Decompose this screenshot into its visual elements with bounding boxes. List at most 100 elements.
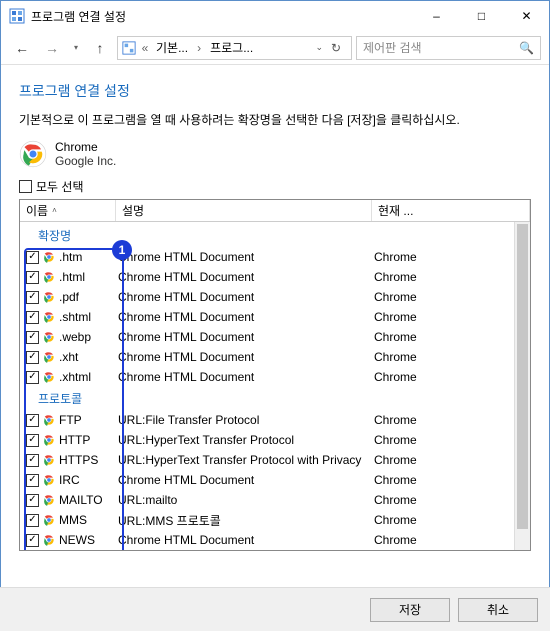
column-header-current[interactable]: 현재 ... [372,200,530,221]
column-header-name-label: 이름 [26,202,48,219]
row-checkbox[interactable]: ✓ [26,351,39,364]
list-item[interactable]: ✓ MMS URL:MMS 프로토콜Chrome [22,510,530,530]
dialog-footer: 저장 취소 [0,587,550,631]
row-name: HTTP [59,433,90,447]
column-header-desc[interactable]: 설명 [116,200,372,221]
history-dropdown[interactable]: ▾ [69,43,83,52]
chrome-icon [42,310,56,324]
chrome-icon [42,493,56,507]
program-info: Chrome Google Inc. [19,140,531,168]
list-item[interactable]: ✓.xhtmlChrome HTML DocumentChrome [22,367,530,387]
row-checkbox[interactable]: ✓ [26,514,39,527]
save-button[interactable]: 저장 [370,598,450,622]
list-item[interactable]: ✓MAILTOURL:mailtoChrome [22,490,530,510]
column-header-desc-label: 설명 [122,202,144,219]
breadcrumb-item[interactable]: 기본... [154,39,190,56]
row-current: Chrome [374,250,530,264]
refresh-button[interactable]: ↻ [325,37,347,59]
list-item[interactable]: ✓HTTPSURL:HyperText Transfer Protocol wi… [22,450,530,470]
select-all-checkbox[interactable] [19,180,32,193]
list-item[interactable]: ✓.htmChrome HTML DocumentChrome [22,247,530,267]
row-name: IRC [59,473,80,487]
search-input[interactable]: 제어판 검색 🔍 [356,36,541,60]
row-current: Chrome [374,350,530,364]
group-label: 프로토콜 [22,387,530,410]
minimize-button[interactable]: – [414,1,459,31]
maximize-glyph: □ [478,9,485,23]
close-button[interactable]: ✕ [504,1,549,31]
row-checkbox[interactable]: ✓ [26,414,39,427]
row-checkbox[interactable]: ✓ [26,474,39,487]
row-current: Chrome [374,533,530,547]
chrome-icon [19,140,47,168]
row-checkbox[interactable]: ✓ [26,311,39,324]
close-glyph: ✕ [521,9,531,23]
row-current: Chrome [374,330,530,344]
listview-body: 1 확장명✓.htmChrome HTML DocumentChrome✓.ht… [20,222,530,550]
row-desc: Chrome HTML Document [118,350,374,364]
list-item[interactable]: ✓.shtmlChrome HTML DocumentChrome [22,307,530,327]
row-checkbox[interactable]: ✓ [26,534,39,547]
row-current: Chrome [374,433,530,447]
chrome-icon [42,533,56,547]
row-checkbox[interactable]: ✓ [26,271,39,284]
up-button[interactable]: ↑ [87,35,113,61]
row-desc: Chrome HTML Document [118,290,374,304]
control-panel-icon [122,41,136,55]
row-current: Chrome [374,513,530,527]
scrollbar-thumb[interactable] [517,224,528,529]
list-item[interactable]: ✓IRCChrome HTML DocumentChrome [22,470,530,490]
address-bar[interactable]: « 기본... › 프로그... ⌄ ↻ [117,36,352,60]
row-name: MAILTO [59,493,103,507]
row-name: NEWS [59,533,95,547]
row-name: .shtml [59,310,91,324]
column-header-name[interactable]: 이름 ˄ [20,200,116,221]
content-area: 프로그램 연결 설정 기본적으로 이 프로그램을 열 때 사용하려는 확장명을 … [1,65,549,559]
list-item[interactable]: ✓.htmlChrome HTML DocumentChrome [22,267,530,287]
breadcrumb-item[interactable]: 프로그... [208,39,255,56]
list-item[interactable]: ✓ NEWS Chrome HTML DocumentChrome [22,530,530,550]
select-all-label: 모두 선택 [36,178,84,195]
listview-header: 이름 ˄ 설명 현재 ... [20,200,530,222]
list-item[interactable]: ✓.webpChrome HTML DocumentChrome [22,327,530,347]
cancel-button[interactable]: 취소 [458,598,538,622]
forward-button[interactable]: → [39,35,65,61]
breadcrumb-sep: « [140,41,150,55]
row-current: Chrome [374,270,530,284]
row-desc: Chrome HTML Document [118,533,374,547]
row-checkbox[interactable]: ✓ [26,454,39,467]
association-listview: 이름 ˄ 설명 현재 ... 1 확장명✓.htmChrome HTML Doc… [19,199,531,551]
row-checkbox[interactable]: ✓ [26,434,39,447]
page-heading: 프로그램 연결 설정 [19,81,531,101]
row-desc: Chrome HTML Document [118,370,374,384]
system-icon [9,8,25,24]
row-current: Chrome [374,473,530,487]
row-current: Chrome [374,493,530,507]
row-desc: Chrome HTML Document [118,250,374,264]
list-item[interactable]: ✓FTPURL:File Transfer ProtocolChrome [22,410,530,430]
list-item[interactable]: ✓HTTPURL:HyperText Transfer ProtocolChro… [22,430,530,450]
back-button[interactable]: ← [9,35,35,61]
program-meta: Chrome Google Inc. [55,140,116,168]
row-name: .xhtml [59,370,91,384]
row-desc: URL:MMS 프로토콜 [118,512,374,529]
row-checkbox[interactable]: ✓ [26,291,39,304]
navigation-toolbar: ← → ▾ ↑ « 기본... › 프로그... ⌄ ↻ 제어판 검색 🔍 [1,31,549,65]
list-item[interactable]: ✓.xhtChrome HTML DocumentChrome [22,347,530,367]
row-checkbox[interactable]: ✓ [26,331,39,344]
row-name: MMS [59,513,87,527]
select-all-row[interactable]: 모두 선택 [19,178,531,195]
list-item[interactable]: ✓.pdfChrome HTML DocumentChrome [22,287,530,307]
row-checkbox[interactable]: ✓ [26,251,39,264]
row-checkbox[interactable]: ✓ [26,371,39,384]
breadcrumb-dropdown[interactable]: ⌄ [315,42,323,53]
program-name: Chrome [55,140,116,154]
chrome-icon [42,433,56,447]
maximize-button[interactable]: □ [459,1,504,31]
minimize-glyph: – [433,9,440,23]
row-checkbox[interactable]: ✓ [26,494,39,507]
chrome-icon [42,330,56,344]
search-icon: 🔍 [519,41,534,55]
chrome-icon [42,453,56,467]
scrollbar[interactable] [514,222,530,550]
